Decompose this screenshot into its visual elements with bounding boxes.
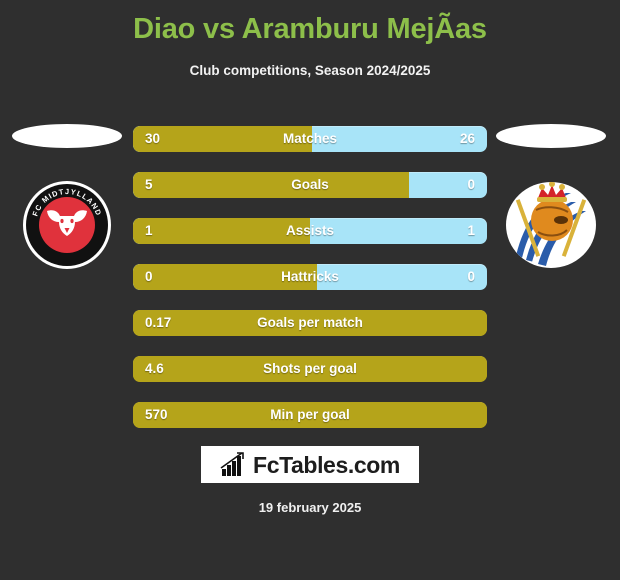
page-subtitle: Club competitions, Season 2024/2025 bbox=[189, 63, 431, 78]
real-sociedad-crest-icon bbox=[506, 182, 596, 268]
stat-away-value: 0 bbox=[467, 269, 475, 284]
bull-head-icon bbox=[47, 209, 87, 236]
stat-row-shots-per-goal: 4.6 Shots per goal bbox=[133, 356, 487, 382]
stats-comparison-page: Diao vs Aramburu MejÃ­as Club competitio… bbox=[0, 0, 620, 580]
stat-away-value: 0 bbox=[467, 177, 475, 192]
home-crest-shadow-ellipse bbox=[12, 124, 122, 148]
stat-away-value: 26 bbox=[459, 131, 475, 146]
stat-row-goals: 5 Goals 0 bbox=[133, 172, 487, 198]
stats-bar-list: 30 Matches 26 5 Goals 0 1 Assists 1 0 Ha… bbox=[133, 126, 487, 448]
away-crest-shadow-ellipse bbox=[496, 124, 606, 148]
real-sociedad-crest-art bbox=[514, 182, 587, 266]
stat-row-min-per-goal: 570 Min per goal bbox=[133, 402, 487, 428]
fctables-logo-text: FcTables.com bbox=[253, 451, 400, 478]
home-team-crest: FC MIDTJYLLAND 1999 bbox=[12, 170, 122, 280]
stat-label: Goals per match bbox=[257, 315, 363, 330]
stat-label: Goals bbox=[291, 177, 329, 192]
page-title: Diao vs Aramburu MejÃ­as bbox=[133, 13, 487, 45]
stat-row-assists: 1 Assists 1 bbox=[133, 218, 487, 244]
date-label: 19 february 2025 bbox=[258, 500, 362, 515]
midtjylland-crest-icon: FC MIDTJYLLAND 1999 bbox=[23, 181, 111, 269]
stat-label: Min per goal bbox=[270, 407, 350, 422]
stat-row-matches: 30 Matches 26 bbox=[133, 126, 487, 152]
stat-row-hattricks: 0 Hattricks 0 bbox=[133, 264, 487, 290]
stat-label: Assists bbox=[285, 223, 335, 238]
away-team-crest bbox=[496, 170, 606, 280]
bar-chart-icon bbox=[220, 451, 244, 476]
stat-away-value: 1 bbox=[467, 223, 475, 238]
stat-label: Shots per goal bbox=[263, 361, 357, 376]
stat-label: Hattricks bbox=[281, 269, 339, 284]
fctables-logo[interactable]: FcTables.com bbox=[201, 446, 419, 483]
stat-row-goals-per-match: 0.17 Goals per match bbox=[133, 310, 487, 336]
stat-label: Matches bbox=[282, 131, 338, 146]
